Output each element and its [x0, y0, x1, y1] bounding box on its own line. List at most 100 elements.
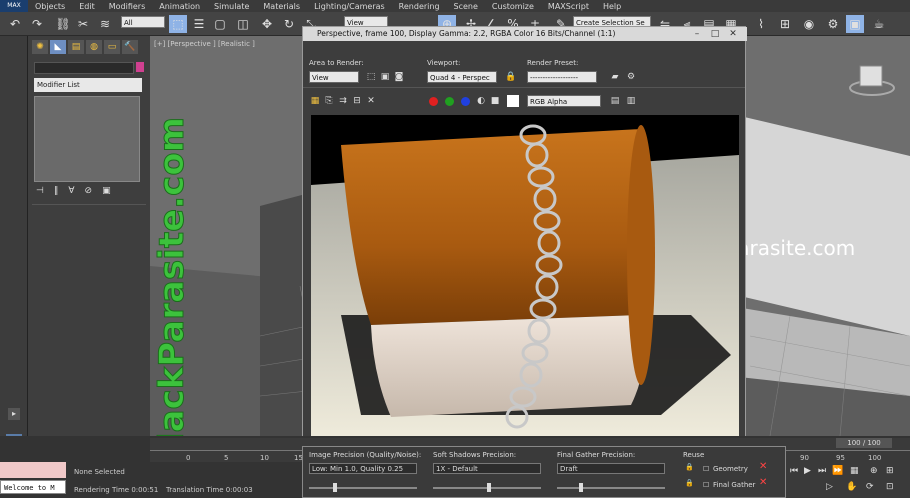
viewport-dropdown[interactable]: Quad 4 - Perspec	[427, 71, 497, 83]
link-icon[interactable]: ⛓	[54, 15, 72, 33]
render-window-titlebar[interactable]: Perspective, frame 100, Display Gamma: 2…	[303, 27, 747, 41]
go-to-end-icon[interactable]: ⏩	[832, 466, 843, 476]
curve-editor-icon[interactable]: ⌇	[752, 15, 770, 33]
selection-filter-dropdown[interactable]: All	[121, 16, 165, 28]
auto-region-icon[interactable]: ▣	[379, 71, 391, 83]
go-to-start-icon[interactable]: ⏮	[790, 466, 798, 476]
toggle-ui-overlay-icon[interactable]: ▤	[609, 95, 621, 107]
rendered-image[interactable]	[311, 115, 739, 441]
make-unique-icon[interactable]: ∀	[68, 186, 74, 196]
menu-maxscript[interactable]: MAXScript	[541, 2, 596, 11]
schematic-view-icon[interactable]: ⊞	[776, 15, 794, 33]
lock-viewport-icon[interactable]: 🔒	[505, 71, 517, 83]
clear-final-gather-icon[interactable]: ✕	[759, 477, 767, 488]
menu-modifiers[interactable]: Modifiers	[102, 2, 153, 11]
scroll-right-icon[interactable]: ▸	[8, 408, 20, 420]
modifier-stack[interactable]	[34, 96, 140, 182]
maximize-icon[interactable]: □	[709, 28, 721, 40]
menu-objects[interactable]: Objects	[28, 2, 72, 11]
environment-icon[interactable]: ⚙	[625, 71, 637, 83]
move-icon[interactable]: ✥	[258, 15, 276, 33]
alpha-channel-icon[interactable]: ◐	[475, 95, 487, 107]
render-production-icon[interactable]: ☕	[870, 15, 888, 33]
minimize-icon[interactable]: –	[691, 28, 703, 40]
undo-icon[interactable]: ↶	[6, 15, 24, 33]
select-object-icon[interactable]: ⬚	[169, 15, 187, 33]
object-name-field[interactable]	[34, 62, 134, 74]
object-color-swatch[interactable]	[136, 62, 144, 72]
menu-materials[interactable]: Materials	[256, 2, 307, 11]
print-image-icon[interactable]: ⊟	[351, 95, 363, 107]
pin-stack-icon[interactable]: ⊣	[36, 186, 44, 196]
maximize-viewport-icon[interactable]: ⊡	[886, 482, 894, 492]
modify-tab-icon[interactable]: ◣	[50, 40, 66, 54]
app-logo[interactable]: MAX	[0, 0, 28, 12]
toggle-ui-icon[interactable]: ▥	[625, 95, 637, 107]
orbit-icon[interactable]: ⟳	[866, 482, 874, 492]
geometry-lock-icon[interactable]: 🔒	[685, 463, 694, 471]
next-frame-icon[interactable]: ⏭	[818, 466, 826, 476]
menu-lighting-cameras[interactable]: Lighting/Cameras	[307, 2, 392, 11]
image-precision-slider[interactable]	[309, 487, 417, 489]
zoom-all-icon[interactable]: ⊞	[886, 466, 894, 476]
green-channel-icon[interactable]	[445, 97, 454, 106]
field-of-view-icon[interactable]: ▷	[826, 482, 833, 492]
lock-region-icon[interactable]: ◙	[393, 71, 405, 83]
modifier-list-dropdown[interactable]: Modifier List	[34, 78, 142, 92]
play-icon[interactable]: ▶	[804, 466, 811, 476]
copy-image-icon[interactable]: ⎘	[323, 95, 335, 107]
render-setup-small-icon[interactable]: ▰	[609, 71, 621, 83]
maxscript-mini-listener[interactable]	[0, 462, 66, 478]
soft-shadows-thumb[interactable]	[487, 483, 491, 492]
time-config-icon[interactable]: ▦	[850, 466, 859, 476]
remove-modifier-icon[interactable]: ⊘	[85, 186, 93, 196]
edit-region-icon[interactable]: ⬚	[365, 71, 377, 83]
pan-icon[interactable]: ✋	[846, 482, 857, 492]
area-to-render-dropdown[interactable]: View	[309, 71, 359, 83]
blue-channel-icon[interactable]	[461, 97, 470, 106]
configure-sets-icon[interactable]: ▣	[102, 186, 111, 196]
menu-edit[interactable]: Edit	[72, 2, 102, 11]
clone-window-icon[interactable]: ⇉	[337, 95, 349, 107]
bind-space-warp-icon[interactable]: ≋	[96, 15, 114, 33]
material-editor-icon[interactable]: ◉	[800, 15, 818, 33]
red-channel-icon[interactable]	[429, 97, 438, 106]
select-by-name-icon[interactable]: ☰	[190, 15, 208, 33]
monochrome-icon[interactable]: ■	[489, 95, 501, 107]
rendered-frame-window-icon[interactable]: ▣	[846, 15, 864, 33]
clear-icon[interactable]: ✕	[365, 95, 377, 107]
rectangular-selection-icon[interactable]: ▢	[211, 15, 229, 33]
menu-customize[interactable]: Customize	[485, 2, 541, 11]
geometry-checkbox[interactable]: ☐	[703, 465, 709, 473]
hierarchy-tab-icon[interactable]: ▤	[68, 40, 84, 54]
final-gather-checkbox[interactable]: ☐	[703, 481, 709, 489]
create-tab-icon[interactable]: ✺	[32, 40, 48, 54]
zoom-icon[interactable]: ⊕	[870, 466, 878, 476]
menu-simulate[interactable]: Simulate	[207, 2, 256, 11]
menu-scene[interactable]: Scene	[447, 2, 485, 11]
final-gather-lock-icon[interactable]: 🔒	[685, 479, 694, 487]
render-setup-icon[interactable]: ⚙	[824, 15, 842, 33]
swatch-color[interactable]	[507, 95, 519, 107]
unlink-icon[interactable]: ✂	[74, 15, 92, 33]
menu-animation[interactable]: Animation	[152, 2, 207, 11]
welcome-field[interactable]: Welcome to M	[0, 480, 66, 494]
show-end-result-icon[interactable]: ‖	[54, 186, 59, 196]
motion-tab-icon[interactable]: ◍	[86, 40, 102, 54]
final-gather-precision-thumb[interactable]	[579, 483, 583, 492]
menu-help[interactable]: Help	[596, 2, 628, 11]
menu-rendering[interactable]: Rendering	[392, 2, 447, 11]
display-tab-icon[interactable]: ▭	[104, 40, 120, 54]
render-preset-dropdown[interactable]: -------------------	[527, 71, 597, 83]
save-image-icon[interactable]: ▦	[309, 95, 321, 107]
display-channel-dropdown[interactable]: RGB Alpha	[527, 95, 601, 107]
final-gather-precision-slider[interactable]	[557, 487, 665, 489]
frame-counter[interactable]: 100 / 100	[836, 438, 892, 448]
clear-geometry-icon[interactable]: ✕	[759, 461, 767, 472]
image-precision-thumb[interactable]	[333, 483, 337, 492]
rotate-icon[interactable]: ↻	[280, 15, 298, 33]
window-crossing-icon[interactable]: ◫	[234, 15, 252, 33]
redo-icon[interactable]: ↷	[28, 15, 46, 33]
viewport-label[interactable]: [+] [Perspective ] [Realistic ]	[154, 40, 255, 48]
utilities-tab-icon[interactable]: 🔨	[122, 40, 138, 54]
